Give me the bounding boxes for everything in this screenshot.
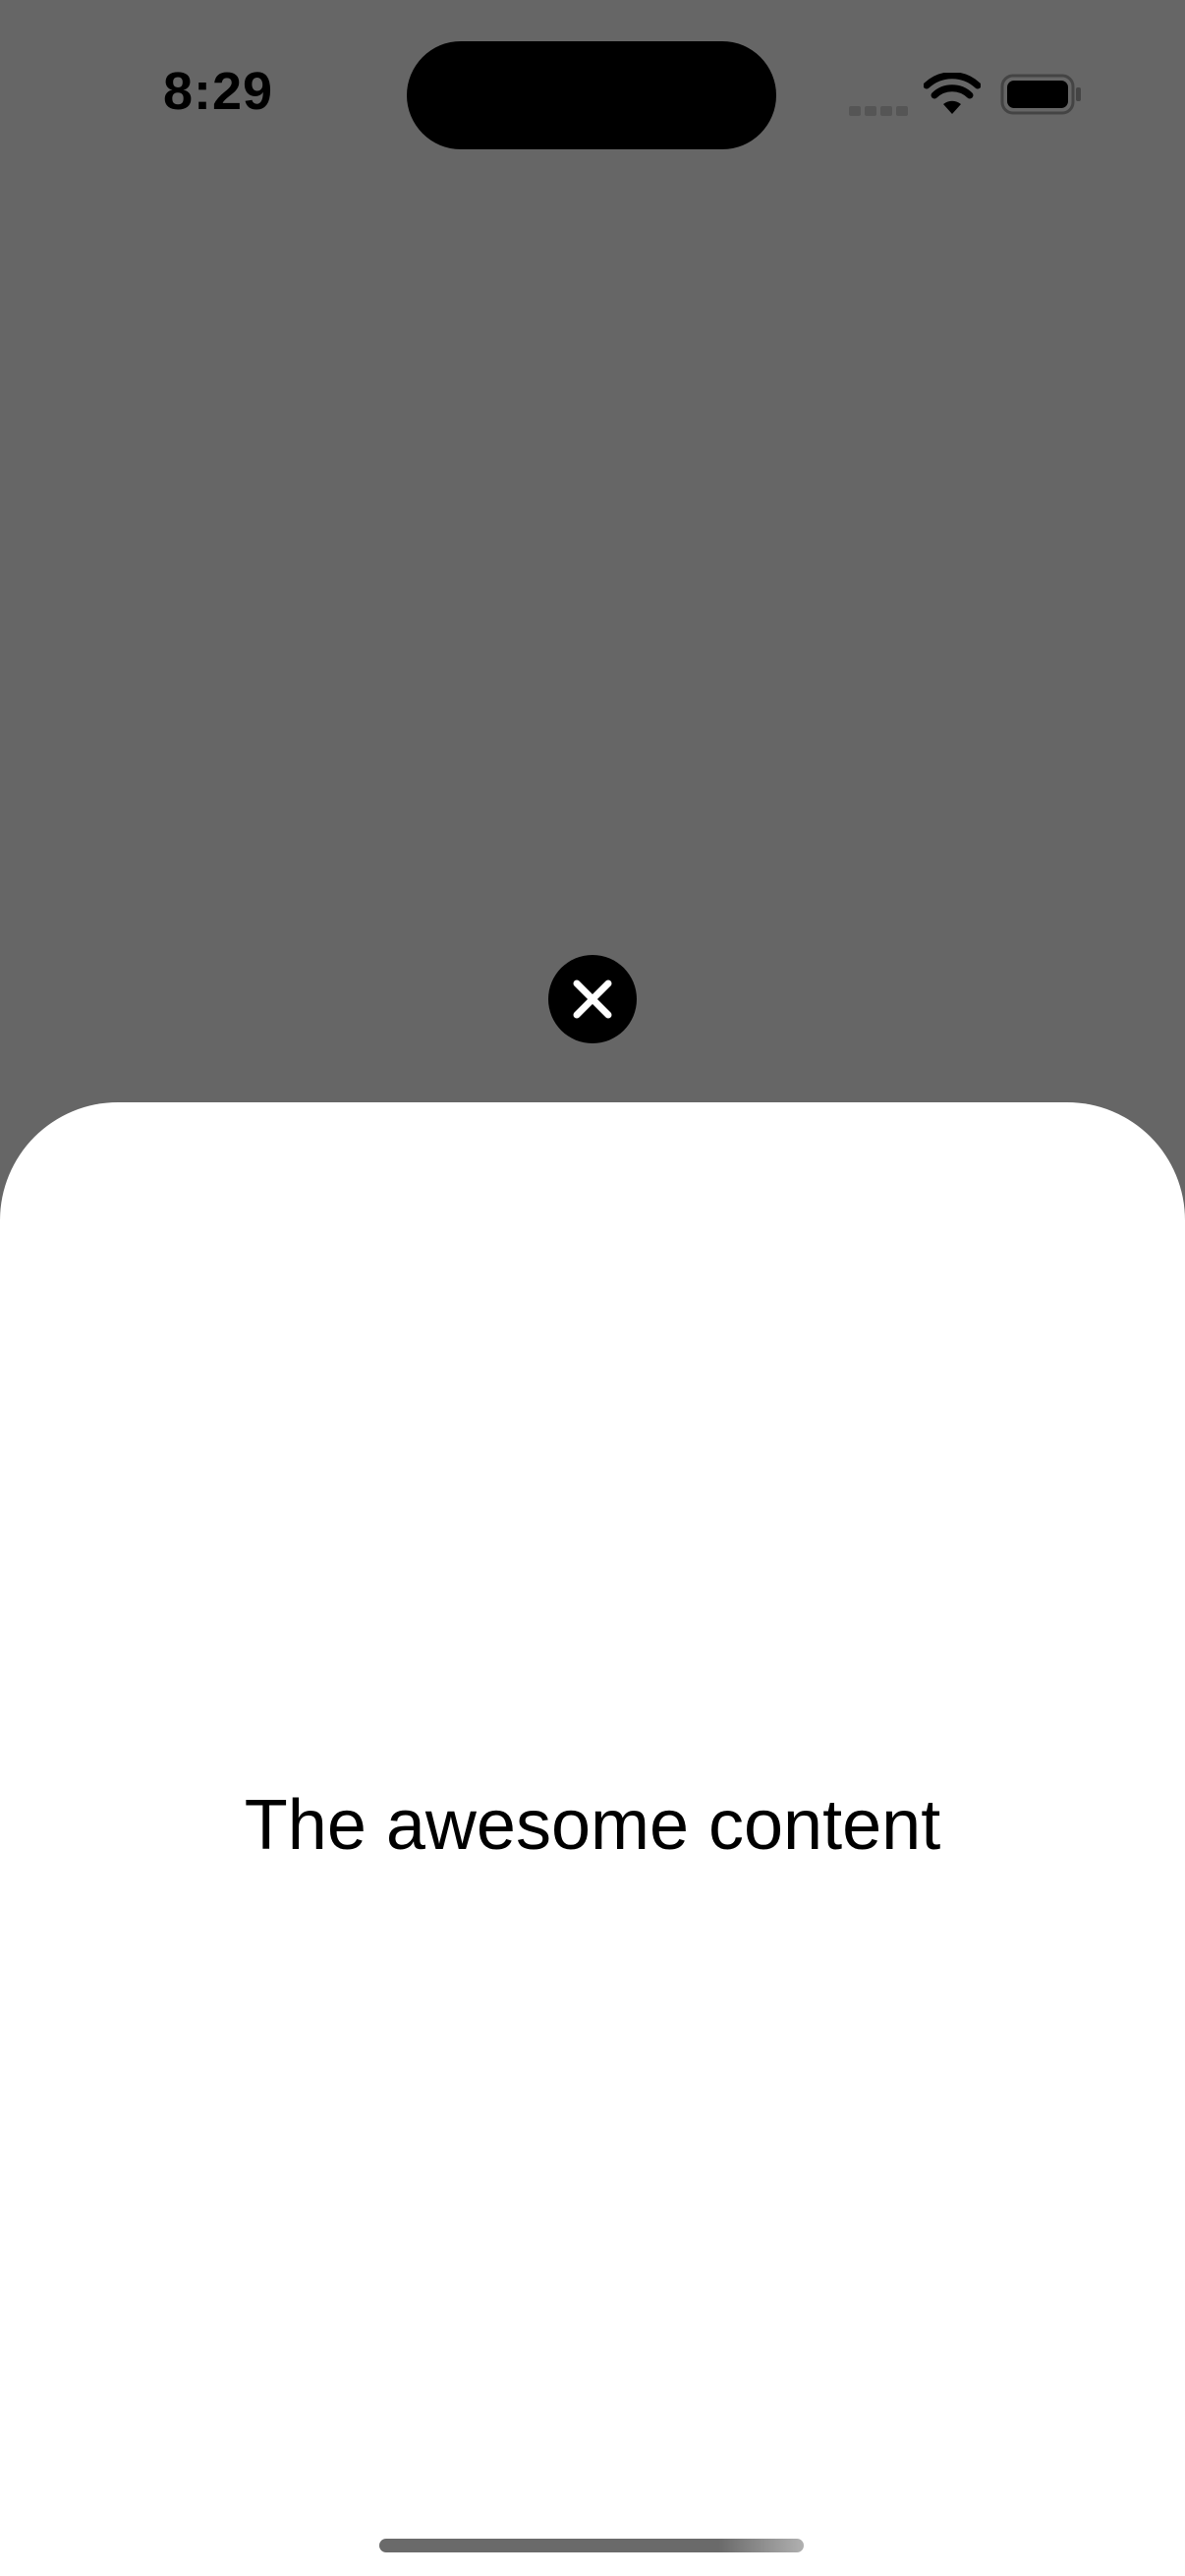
home-indicator[interactable] [379,2539,804,2552]
cellular-signal-icon [849,106,908,116]
bottom-sheet: The awesome content [0,1102,1185,2576]
sheet-content-text: The awesome content [244,1786,941,1865]
status-time: 8:29 [163,62,274,121]
close-button[interactable] [548,955,637,1043]
battery-icon [1000,74,1081,115]
screen: 8:29 The awesome content [0,0,1185,2576]
status-bar: 8:29 [0,0,1185,196]
dynamic-island [407,41,776,149]
close-icon [573,980,612,1019]
wifi-icon [924,73,981,114]
